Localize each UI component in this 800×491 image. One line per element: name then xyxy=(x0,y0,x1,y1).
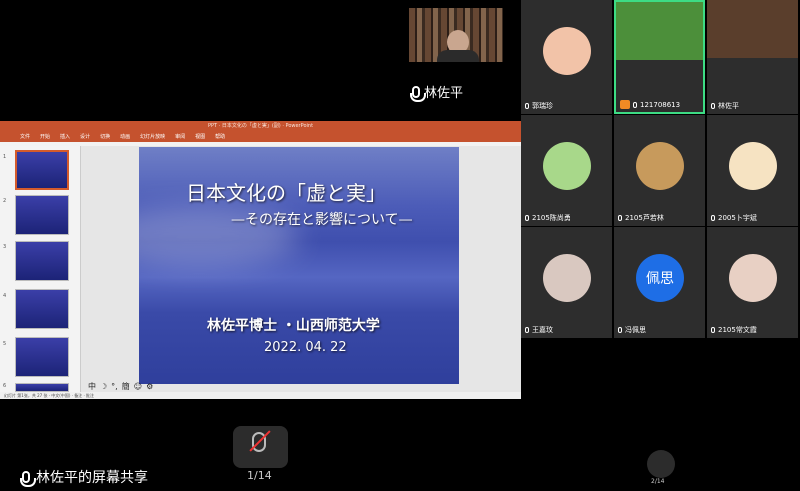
participant-label: 2005卜宇斌 xyxy=(711,213,757,223)
settings-icon: ⚙ xyxy=(146,381,154,391)
simplified-icon: 簡 xyxy=(121,381,130,391)
share-page-indicator: 1/14 xyxy=(247,469,272,482)
slide-date: 2022. 04. 22 xyxy=(264,340,347,355)
participant-gallery: 郭瑞珍 121708613 林佐平 2105陈尚勇 2105芦若林 2005卜宇斌王嘉玟 佩… xyxy=(521,0,800,445)
microphone-icon xyxy=(20,471,36,487)
participant-label: 郭瑞珍 xyxy=(525,101,553,111)
thumb-number: 6 xyxy=(3,383,7,389)
ppt-ribbon-tab[interactable]: 切换 xyxy=(100,134,110,140)
participant-label: 121708613 xyxy=(620,100,680,109)
participant-label: 林佐平 xyxy=(711,101,739,111)
ppt-status-bar: 幻灯片 第1张，共 27 张 · 中文(中国) · 备注 · 批注 xyxy=(0,392,521,399)
slide-subtitle: —その存在と影響について— xyxy=(231,212,413,228)
ime-icon: 中 xyxy=(88,381,96,391)
participant-tile[interactable]: 2105芦若林 xyxy=(614,115,705,226)
ppt-ribbon-tab[interactable]: 幻灯片放映 xyxy=(140,134,165,140)
participant-tile[interactable]: 2105常文霞 xyxy=(707,227,798,338)
slide-thumbnail[interactable] xyxy=(15,150,69,190)
microphone-icon xyxy=(525,103,529,109)
participant-name: 郭瑞珍 xyxy=(532,102,553,110)
screen-share-text: 林佐平的屏幕共享 xyxy=(36,470,148,486)
participant-tile[interactable]: 2105陈尚勇 xyxy=(521,115,612,226)
thumb-number: 3 xyxy=(3,244,7,250)
microphone-icon xyxy=(711,103,715,109)
speaker-name: 林佐平 xyxy=(424,86,464,101)
participant-name: 121708613 xyxy=(640,100,681,109)
participant-avatar xyxy=(636,142,684,190)
screen-share-label: 林佐平的屏幕共享 xyxy=(20,467,148,487)
participant-tile[interactable]: 郭瑞珍 xyxy=(521,0,612,114)
slide-thumbnail[interactable] xyxy=(15,383,69,392)
participant-avatar xyxy=(543,254,591,302)
current-slide: 日本文化の「虚と実」 —その存在と影響について— 林佐平博士 ・山西师范大学 2… xyxy=(139,147,459,384)
gallery-mic-button[interactable] xyxy=(647,450,675,478)
punct-icon: °, xyxy=(111,381,118,391)
speaker-body xyxy=(437,50,479,62)
microphone-icon xyxy=(618,215,622,221)
ppt-ribbon-tab[interactable]: 开始 xyxy=(40,134,50,140)
speaker-name-label: 林佐平 xyxy=(410,82,464,102)
participant-name: 林佐平 xyxy=(718,102,739,110)
ppt-ribbon-tab[interactable]: 设计 xyxy=(80,134,90,140)
microphone-icon xyxy=(410,85,426,102)
moon-icon: ☽ xyxy=(100,381,108,391)
host-icon xyxy=(620,100,630,109)
microphone-icon xyxy=(618,327,622,333)
slide-title: 日本文化の「虚と実」 xyxy=(186,181,386,205)
slide-thumbnail[interactable] xyxy=(15,337,69,377)
participant-name: 2105常文霞 xyxy=(718,326,757,334)
gallery-page-indicator: 2/14 xyxy=(651,478,665,485)
speaker-video xyxy=(409,8,503,62)
slide-thumbnail-panel[interactable]: 1 2 3 4 5 6 xyxy=(0,146,81,392)
shared-screen[interactable]: PPT · 日本文化の「虚と実」(副) · PowerPoint 文件 开始 插入 设… xyxy=(0,121,521,399)
slide-thumbnail[interactable] xyxy=(15,195,69,235)
participant-name: 2105芦若林 xyxy=(625,214,664,222)
participant-video xyxy=(616,2,703,60)
thumb-number: 5 xyxy=(3,341,7,347)
participant-name: 王嘉玟 xyxy=(532,326,553,334)
slide-thumbnail[interactable] xyxy=(15,241,69,281)
ppt-ribbon-tab[interactable]: 动画 xyxy=(120,134,130,140)
participant-avatar xyxy=(543,27,591,75)
ppt-ribbon-tab[interactable]: 插入 xyxy=(60,134,70,140)
thumb-number: 2 xyxy=(3,198,7,204)
participant-label: 王嘉玟 xyxy=(525,325,553,335)
ppt-ribbon: 文件 开始 插入 设计 切换 动画 幻灯片放映 审阅 视图 帮助 xyxy=(0,132,521,142)
ppt-ribbon-tab[interactable]: 帮助 xyxy=(215,134,225,140)
participant-label: 冯佩思 xyxy=(618,325,646,335)
microphone-icon xyxy=(711,215,715,221)
ppt-title-bar: PPT · 日本文化の「虚と実」(副) · PowerPoint xyxy=(0,121,521,132)
participant-tile[interactable]: 佩思冯佩思 xyxy=(614,227,705,338)
participant-avatar: 佩思 xyxy=(636,254,684,302)
participant-tile[interactable]: 林佐平 xyxy=(707,0,798,114)
smiley-icon: ☺ xyxy=(133,381,143,391)
thumb-number: 4 xyxy=(3,293,7,299)
participant-name: 2105陈尚勇 xyxy=(532,214,571,222)
participant-name: 2005卜宇斌 xyxy=(718,214,757,222)
participant-label: 2105常文霞 xyxy=(711,325,757,335)
thumb-number: 1 xyxy=(3,154,7,160)
ppt-ribbon-tab[interactable]: 审阅 xyxy=(175,134,185,140)
participant-label: 2105芦若林 xyxy=(618,213,664,223)
slide-thumbnail[interactable] xyxy=(15,289,69,329)
participant-name: 冯佩思 xyxy=(625,326,646,334)
ppt-ribbon-tab[interactable]: 文件 xyxy=(20,134,30,140)
slide-author: 林佐平博士 ・山西师范大学 xyxy=(207,318,380,334)
participant-tile[interactable]: 121708613 xyxy=(614,0,705,114)
participant-tile[interactable]: 2005卜宇斌 xyxy=(707,115,798,226)
participant-tile[interactable]: 王嘉玟 xyxy=(521,227,612,338)
participant-label: 2105陈尚勇 xyxy=(525,213,571,223)
microphone-icon xyxy=(633,101,637,108)
microphone-icon xyxy=(525,327,529,333)
participant-avatar xyxy=(729,254,777,302)
participant-avatar xyxy=(543,142,591,190)
microphone-icon xyxy=(525,215,529,221)
ppt-input-toolbar: 中 ☽ °, 簡 ☺ ⚙ xyxy=(88,380,158,392)
ppt-ribbon-tabs: 文件 开始 插入 设计 切换 动画 幻灯片放映 审阅 视图 帮助 xyxy=(20,134,235,140)
microphone-icon xyxy=(711,327,715,333)
participant-video xyxy=(707,0,798,58)
participant-avatar xyxy=(729,142,777,190)
ppt-ribbon-tab[interactable]: 视图 xyxy=(195,134,205,140)
